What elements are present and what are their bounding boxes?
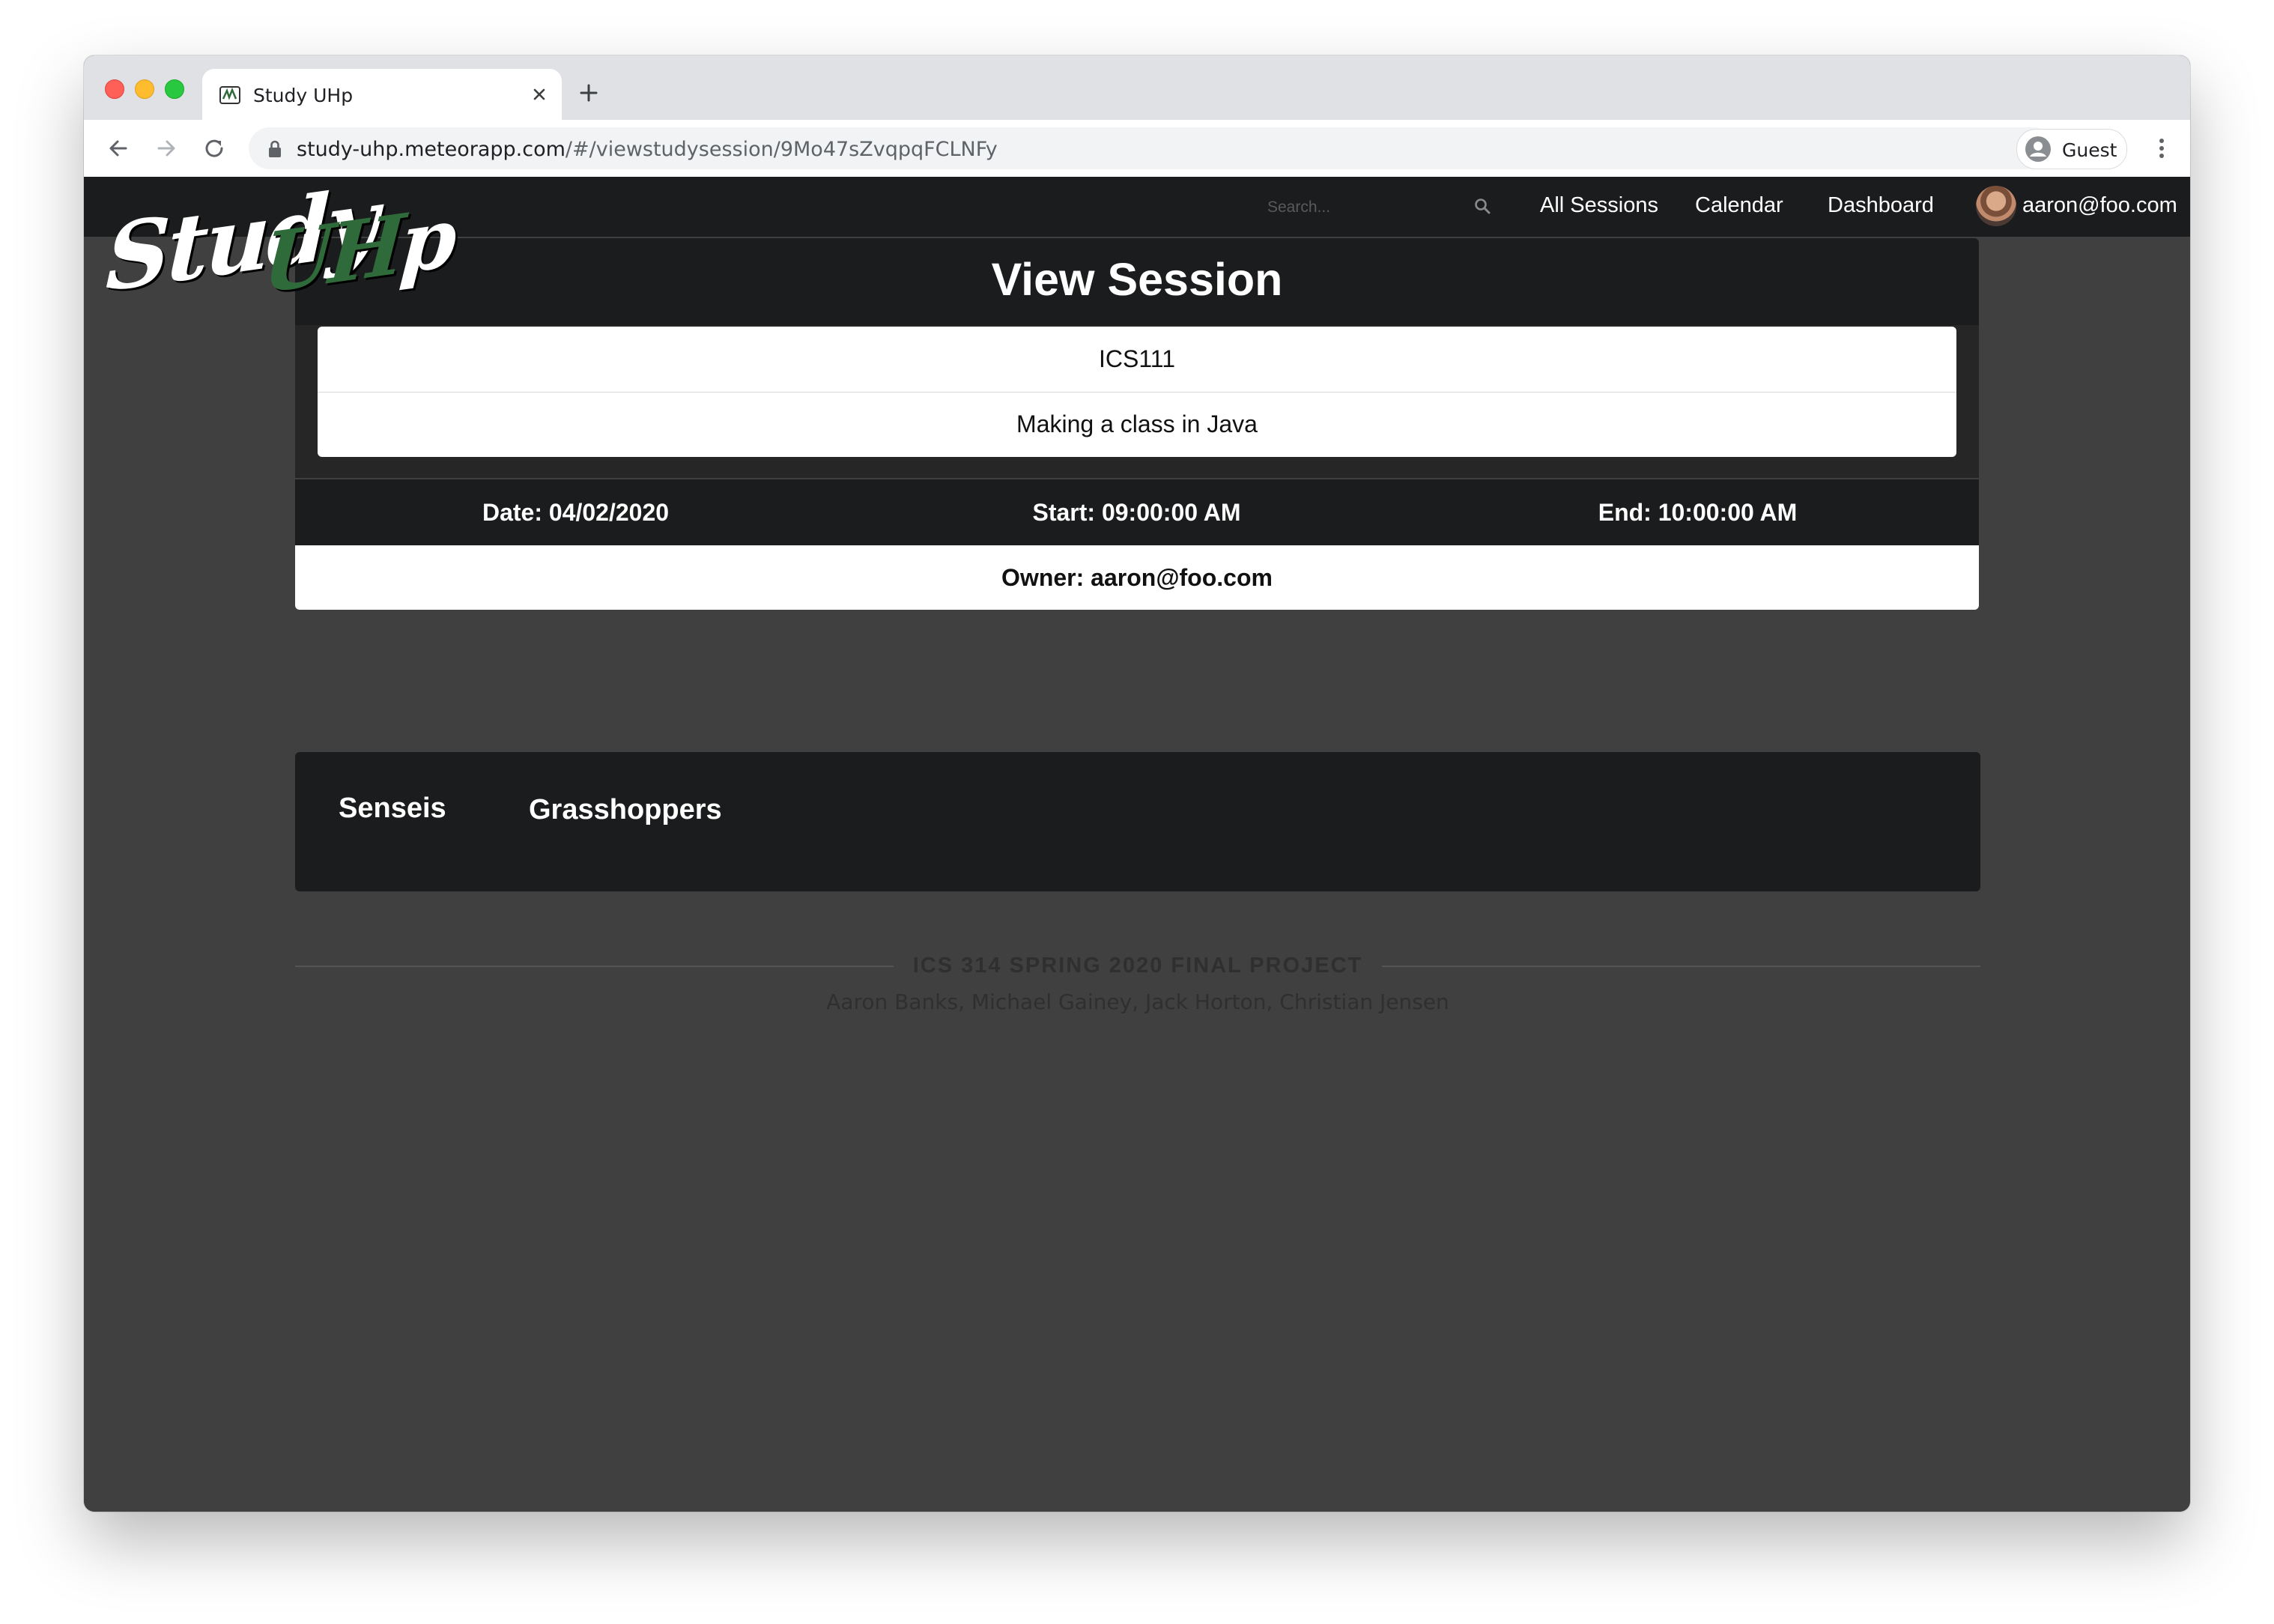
nav-all-sessions[interactable]: All Sessions [1540, 193, 1658, 218]
browser-window: Study UHp study-uhp.meteorapp.com/#/view… [84, 55, 2190, 1512]
browser-toolbar: study-uhp.meteorapp.com/#/viewstudysessi… [84, 120, 2190, 178]
session-info-box: ICS111 Making a class in Java [318, 327, 1956, 457]
url-text: study-uhp.meteorapp.com/#/viewstudysessi… [297, 138, 998, 161]
logo-uh-text: UH [260, 196, 404, 312]
minimize-window-button[interactable] [135, 79, 154, 99]
tab-strip: Study UHp [84, 55, 2190, 120]
study-uhp-logo[interactable]: Study UHp [102, 168, 455, 313]
browser-tab[interactable]: Study UHp [202, 69, 562, 120]
profile-button[interactable]: Guest [2016, 129, 2127, 169]
nav-dashboard[interactable]: Dashboard [1828, 193, 1934, 218]
reload-icon[interactable] [199, 133, 229, 163]
lock-icon [269, 140, 281, 157]
participants-panel: Senseis Grasshoppers [295, 752, 1980, 891]
nav-calendar[interactable]: Calendar [1695, 193, 1783, 218]
session-owner: Owner: aaron@foo.com [295, 545, 1979, 610]
page-content: All Sessions Calendar Dashboard aaron@fo… [84, 168, 2190, 1512]
maximize-window-button[interactable] [165, 79, 184, 99]
favicon-icon [219, 86, 240, 104]
page-footer: ICS 314 SPRING 2020 FINAL PROJECT Aaron … [295, 952, 1980, 1019]
grasshoppers-heading: Grasshoppers [529, 794, 722, 825]
close-tab-icon[interactable] [527, 82, 551, 106]
user-menu[interactable]: aaron@foo.com [2022, 193, 2177, 218]
avatar[interactable] [1976, 186, 2016, 226]
session-topic: Making a class in Java [1016, 410, 1258, 437]
page-title: View Session [991, 254, 1283, 305]
search-input[interactable] [1266, 190, 1471, 225]
logo-p-text: p [397, 190, 456, 294]
footer-title-text: ICS 314 SPRING 2020 FINAL PROJECT [893, 954, 1383, 978]
search-icon[interactable] [1474, 198, 1491, 214]
profile-icon [2025, 136, 2051, 162]
session-end: End: 10:00:00 AM [1598, 499, 1798, 526]
url-host: study-uhp.meteorapp.com [297, 138, 566, 161]
session-date: Date: 04/02/2020 [482, 499, 670, 526]
session-start: Start: 09:00:00 AM [1032, 499, 1241, 526]
url-path: /#/viewstudysession/9Mo47sZvqpqFCLNFy [565, 138, 998, 161]
session-times-bar: Date: 04/02/2020 Start: 09:00:00 AM End:… [295, 479, 1979, 545]
tab-title: Study UHp [253, 85, 354, 106]
new-tab-icon[interactable] [575, 79, 602, 106]
profile-label: Guest [2062, 139, 2117, 161]
close-window-button[interactable] [105, 79, 124, 99]
senseis-heading: Senseis [339, 793, 446, 824]
session-header: View Session [295, 238, 1979, 325]
session-course: ICS111 [318, 327, 1956, 393]
forward-arrow-icon[interactable] [151, 133, 181, 163]
more-menu-icon[interactable] [2147, 133, 2177, 163]
footer-authors: Aaron Banks, Michael Gainey, Jack Horton… [826, 990, 1449, 1014]
footer-title: ICS 314 SPRING 2020 FINAL PROJECT [295, 954, 1980, 978]
address-bar[interactable]: study-uhp.meteorapp.com/#/viewstudysessi… [249, 127, 2054, 169]
back-arrow-icon[interactable] [103, 133, 133, 163]
